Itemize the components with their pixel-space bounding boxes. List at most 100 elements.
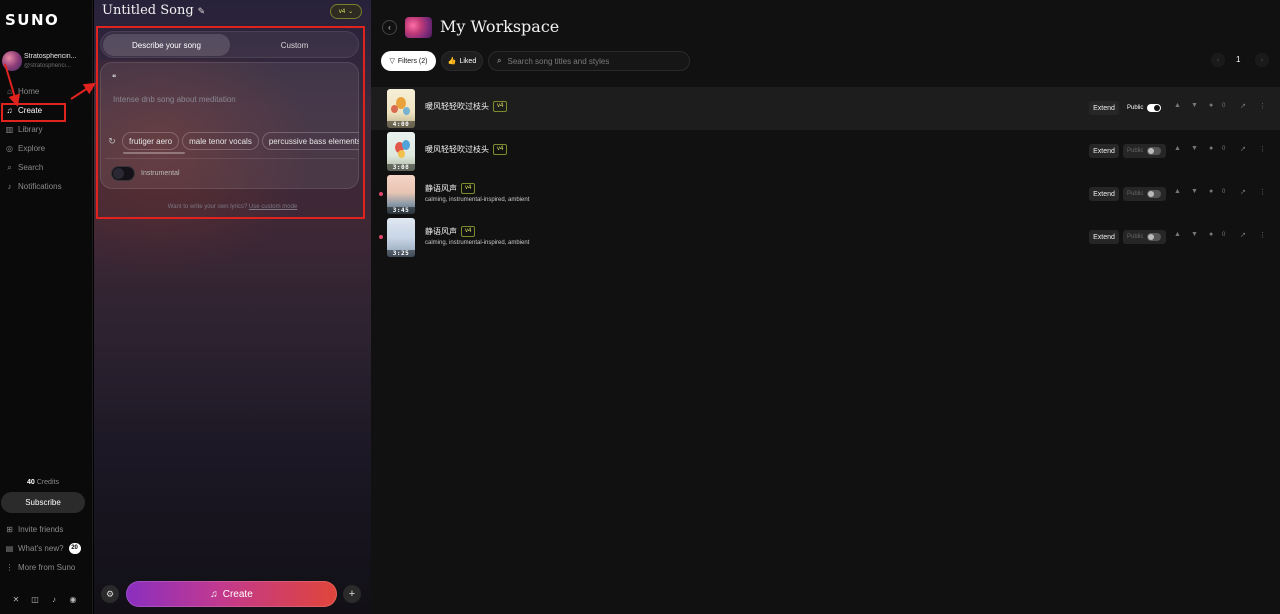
library-icon: ▥ <box>5 124 14 134</box>
social-links: ✕ ◫ ♪ ◉ <box>11 595 78 605</box>
public-switch[interactable] <box>1147 147 1162 155</box>
annotation-arrow-right <box>70 82 97 100</box>
annotation-arrow-down <box>4 63 21 107</box>
filters-button[interactable]: ▽ Filters (2) <box>381 51 436 71</box>
song-title[interactable]: 静语风声 v4 <box>425 183 476 195</box>
thumbs-down-icon[interactable]: ▼ <box>1191 188 1198 195</box>
song-title-text: 静语风声 <box>425 227 457 236</box>
song-duration: 4:00 <box>387 121 415 128</box>
instagram-icon[interactable]: ◫ <box>30 595 40 605</box>
song-styles[interactable]: calming, instrumental-inspired, ambient <box>425 197 529 203</box>
more-icon[interactable]: ⋮ <box>1259 145 1266 153</box>
plus-icon[interactable]: + <box>343 585 361 603</box>
song-title-text: 静语风声 <box>425 184 457 193</box>
extend-button[interactable]: Extend <box>1089 144 1119 158</box>
public-switch[interactable] <box>1147 104 1162 112</box>
song-title[interactable]: 暖风轻轻吹过枝头 v4 <box>425 101 508 113</box>
version-label: v4 <box>338 8 346 15</box>
public-switch[interactable] <box>1147 233 1162 241</box>
public-toggle[interactable]: Public <box>1123 230 1166 244</box>
gear-icon[interactable]: ⚙ <box>101 585 119 603</box>
chevron-left-icon: ‹ <box>1216 56 1220 64</box>
extend-button[interactable]: Extend <box>1089 101 1119 115</box>
tiktok-icon[interactable]: ♪ <box>49 595 59 605</box>
liked-button[interactable]: 👍 Liked <box>441 51 483 71</box>
credits-value: 40 <box>27 479 35 486</box>
workspace-cover <box>405 17 432 38</box>
more-icon[interactable]: ⋮ <box>1259 188 1266 196</box>
liked-label: Liked <box>459 57 477 65</box>
thumbs-up-icon[interactable]: ▲ <box>1174 102 1181 109</box>
share-icon[interactable]: ↗ <box>1240 231 1246 239</box>
thumbs-up-icon[interactable]: ▲ <box>1174 145 1181 152</box>
public-toggle[interactable]: Public <box>1123 187 1166 201</box>
version-badge: v4 <box>461 183 476 195</box>
share-icon[interactable]: ↗ <box>1240 102 1246 110</box>
thumbs-up-icon[interactable]: ▲ <box>1174 231 1181 238</box>
more-icon[interactable]: ⋮ <box>1259 102 1266 110</box>
version-badge: v4 <box>493 144 508 156</box>
thumbs-down-icon[interactable]: ▼ <box>1191 145 1198 152</box>
sidebar-item-notifications[interactable]: ♪ Notifications <box>5 178 89 194</box>
invite-friends-label: Invite friends <box>18 524 64 534</box>
sidebar-item-label: Library <box>18 124 43 134</box>
song-row[interactable]: 3:08 暖风轻轻吹过枝头 v4 Extend Public ▲ ▼ ● 0 ↗ … <box>371 130 1280 173</box>
back-button[interactable]: ‹ <box>382 20 397 35</box>
comment-icon[interactable]: ● <box>1209 231 1213 238</box>
music-note-icon: ♫ <box>210 588 218 600</box>
thumbs-down-icon[interactable]: ▼ <box>1191 102 1198 109</box>
filters-label: Filters (2) <box>397 57 428 65</box>
song-duration: 3:45 <box>387 207 415 214</box>
song-cover[interactable]: 4:00 <box>387 89 415 128</box>
public-label: Public <box>1127 148 1144 154</box>
more-icon[interactable]: ⋮ <box>1259 231 1266 239</box>
thumbs-up-icon[interactable]: ▲ <box>1174 188 1181 195</box>
comment-icon[interactable]: ● <box>1209 102 1213 109</box>
next-page-button[interactable]: › <box>1255 53 1269 67</box>
song-styles[interactable]: calming, instrumental-inspired, ambient <box>425 240 529 246</box>
extend-button[interactable]: Extend <box>1089 187 1119 201</box>
comment-icon[interactable]: ● <box>1209 188 1213 195</box>
sidebar-item-library[interactable]: ▥ Library <box>5 121 89 137</box>
gift-icon: ⊞ <box>6 524 13 534</box>
song-cover[interactable]: 3:25 <box>387 218 415 257</box>
share-icon[interactable]: ↗ <box>1240 188 1246 196</box>
chevron-right-icon: › <box>1260 56 1264 64</box>
song-title[interactable]: 静语风声 v4 <box>425 226 476 238</box>
news-icon: ▤ <box>5 543 14 553</box>
sidebar-item-explore[interactable]: ◎ Explore <box>5 140 89 156</box>
extend-button[interactable]: Extend <box>1089 230 1119 244</box>
more-vertical-icon: ⋮ <box>5 562 14 572</box>
sidebar-item-search[interactable]: ⌕ Search <box>5 159 89 175</box>
song-row[interactable]: 4:00 暖风轻轻吹过枝头 v4 Extend Public ▲ ▼ ● 0 ↗ … <box>371 87 1280 130</box>
song-row[interactable]: 3:25 静语风声 v4 calming, instrumental-inspir… <box>371 216 1280 259</box>
search-field[interactable]: ⌕ Search song titles and styles <box>488 51 690 71</box>
discord-icon[interactable]: ◉ <box>68 595 78 605</box>
search-input[interactable]: Search song titles and styles <box>507 57 609 66</box>
song-cover[interactable]: 3:45 <box>387 175 415 214</box>
version-select[interactable]: v4 ⌄ <box>330 4 362 19</box>
whats-new-label: What's new? <box>18 543 64 553</box>
song-title-text: 暖风轻轻吹过枝头 <box>425 145 489 154</box>
whats-new-link[interactable]: ▤ What's new? 20 <box>5 540 89 556</box>
comment-icon[interactable]: ● <box>1209 145 1213 152</box>
public-switch[interactable] <box>1147 190 1162 198</box>
credits-label: Credits <box>36 479 59 486</box>
prev-page-button[interactable]: ‹ <box>1211 53 1225 67</box>
more-from-suno-link[interactable]: ⋮ More from Suno <box>5 559 89 575</box>
song-row[interactable]: 3:45 静语风声 v4 calming, instrumental-inspir… <box>371 173 1280 216</box>
subscribe-button[interactable]: Subscribe <box>1 492 85 513</box>
song-title[interactable]: 暖风轻轻吹过枝头 v4 <box>425 144 508 156</box>
song-cover[interactable]: 3:08 <box>387 132 415 171</box>
pencil-icon[interactable]: ✎ <box>198 7 206 17</box>
public-label: Public <box>1127 105 1144 111</box>
create-button[interactable]: ♫ Create <box>126 581 337 607</box>
thumbs-up-icon: 👍 <box>447 58 457 65</box>
thumbs-down-icon[interactable]: ▼ <box>1191 231 1198 238</box>
x-icon[interactable]: ✕ <box>11 595 21 605</box>
public-toggle[interactable]: Public <box>1123 101 1166 115</box>
share-icon[interactable]: ↗ <box>1240 145 1246 153</box>
invite-friends-link[interactable]: ⊞ Invite friends <box>5 521 89 537</box>
chevron-left-icon: ‹ <box>388 23 391 32</box>
public-toggle[interactable]: Public <box>1123 144 1166 158</box>
